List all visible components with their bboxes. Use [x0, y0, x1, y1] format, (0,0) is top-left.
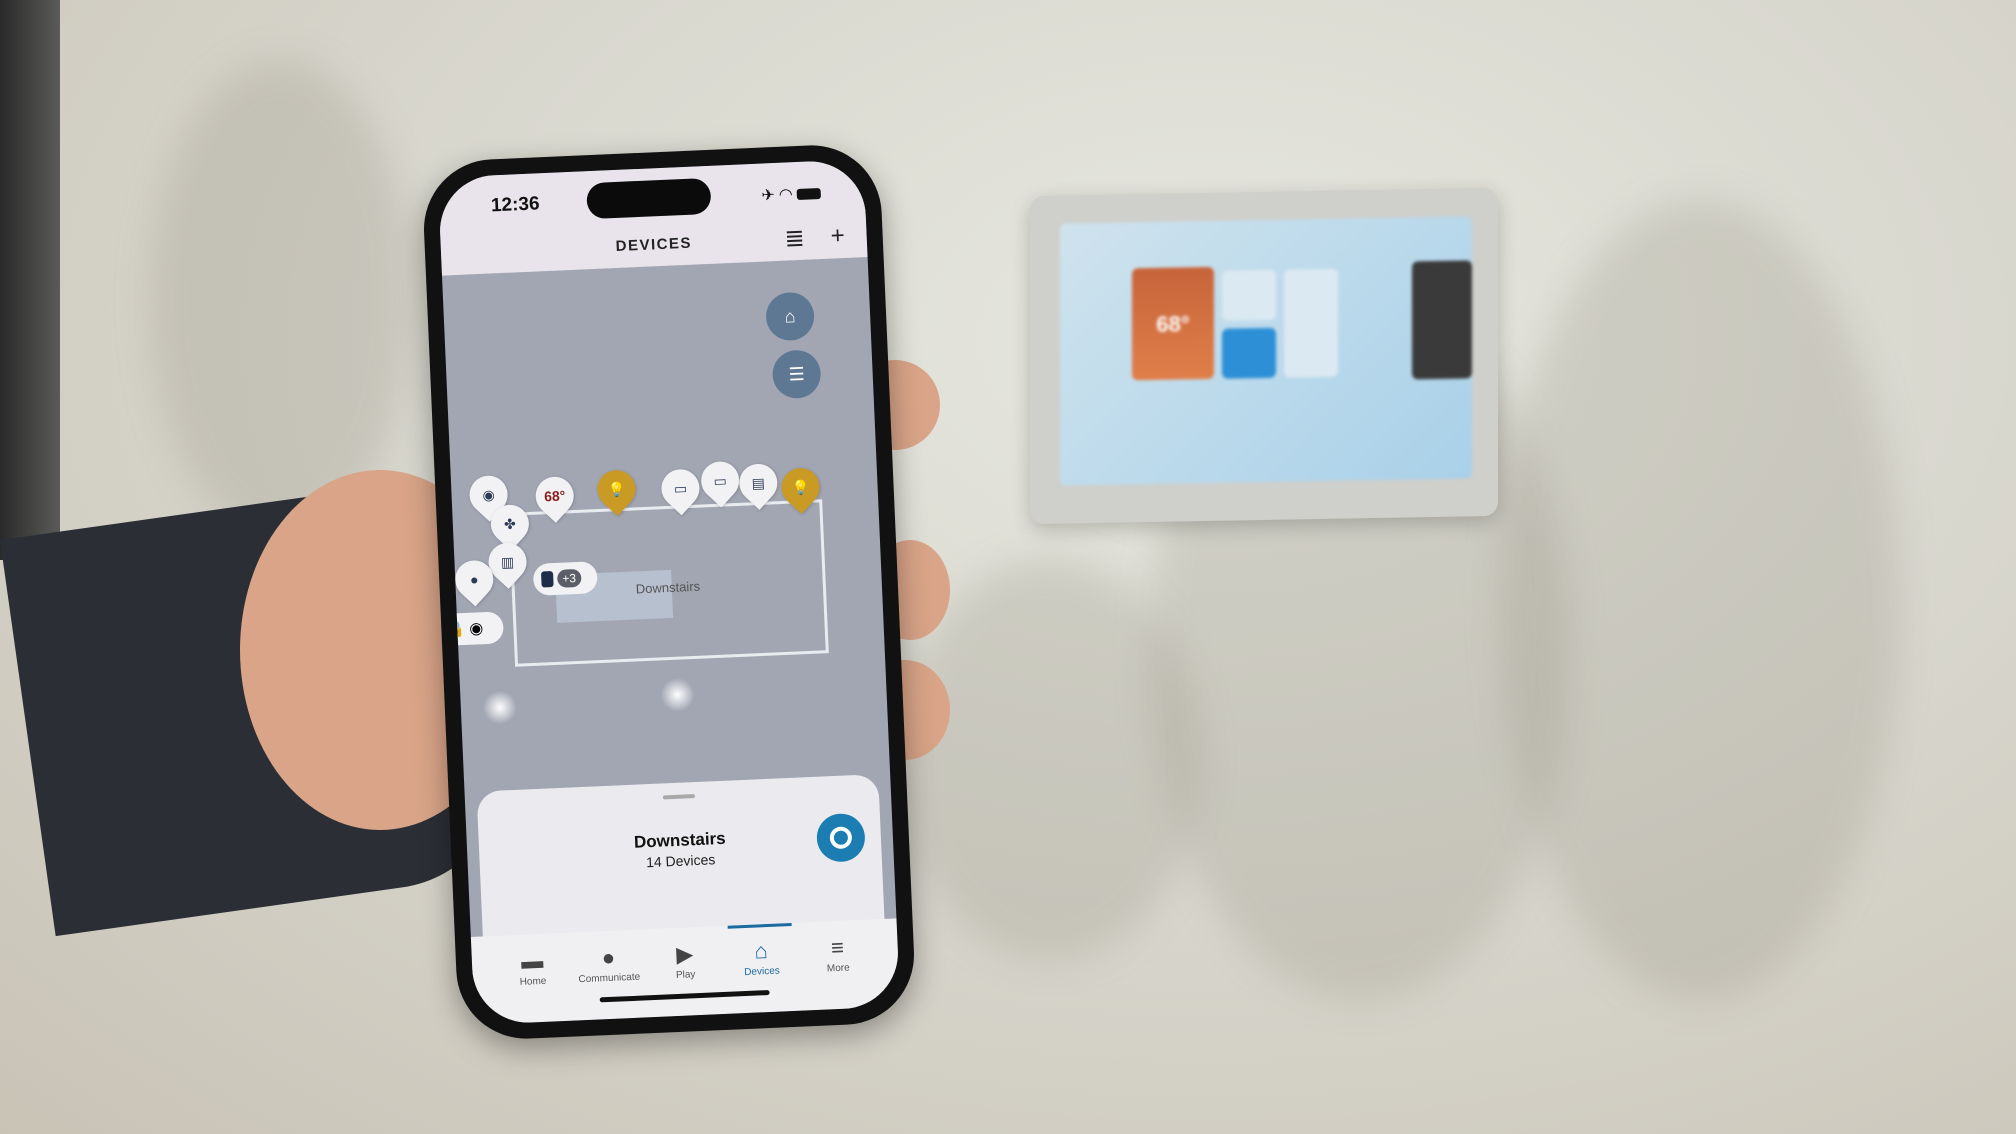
app-header: 12:36 ✈◠ DEVICES ≣ + [437, 159, 868, 276]
tablet-screen: 68° [1060, 216, 1472, 486]
speaker-icon [540, 571, 554, 588]
menu-icon: ≡ [830, 934, 845, 961]
sheet-handle[interactable] [662, 794, 696, 800]
tab-more[interactable]: ≡ More [805, 934, 872, 1011]
sliders-icon: ☰ [788, 363, 806, 385]
status-time: 12:36 [490, 193, 541, 217]
tablet-temperature: 68° [1156, 311, 1190, 337]
home-location-button[interactable]: ⌂ [765, 291, 816, 342]
light-reflection [482, 689, 518, 726]
light-reflection [659, 677, 696, 713]
group-count: +3 [556, 568, 582, 588]
tablet-card [1222, 327, 1276, 379]
tab-communicate[interactable]: ● Communicate [576, 944, 643, 1021]
dynamic-island [586, 177, 712, 220]
list-icon[interactable]: ≣ [784, 224, 805, 254]
tablet-card [1284, 268, 1338, 378]
plus-icon[interactable]: + [830, 222, 845, 251]
home-icon: ▬ [520, 947, 544, 974]
tablet-photo-card [1412, 260, 1472, 380]
tablet-weather-card: 68° [1132, 266, 1214, 381]
bottom-sheet[interactable]: Downstairs 14 Devices [476, 774, 885, 938]
tab-devices[interactable]: ⌂ Devices [727, 922, 796, 1014]
door-frame [0, 0, 60, 560]
wall-tablet: 68° [1030, 187, 1498, 525]
wall-shadow [150, 60, 410, 540]
alexa-icon [829, 826, 853, 850]
camera-icon: ◉ [468, 620, 484, 638]
chat-icon: ● [601, 944, 616, 971]
wall-shadow [1500, 200, 1900, 1000]
lock-icon: 🔒 [445, 620, 466, 639]
wifi-icon: ◠ [778, 186, 798, 204]
room-label: Downstairs [635, 578, 701, 597]
tab-play[interactable]: ▶ Play [652, 940, 719, 1017]
status-icons: ✈◠ [761, 183, 822, 206]
lock-camera-chip[interactable]: 🔒 ◉ [437, 611, 505, 647]
airplane-icon: ✈ [761, 186, 780, 205]
tab-bar: ▬ Home ● Communicate ▶ Play ⌂ Devices ≡ More [470, 918, 901, 1025]
phone: 12:36 ✈◠ DEVICES ≣ + ⌂ ☰ Downstairs ◉ 68… [421, 142, 917, 1042]
phone-screen: 12:36 ✈◠ DEVICES ≣ + ⌂ ☰ Downstairs ◉ 68… [437, 159, 901, 1025]
play-icon: ▶ [675, 941, 694, 968]
house-arrow-icon: ⌂ [784, 305, 796, 327]
tab-home[interactable]: ▬ Home [500, 947, 567, 1024]
battery-icon [796, 188, 822, 201]
devices-icon: ⌂ [753, 938, 769, 964]
filter-button[interactable]: ☰ [771, 349, 822, 400]
speaker-group-chip[interactable]: +3 [532, 561, 598, 596]
tablet-card [1222, 269, 1276, 321]
wall-shadow [900, 560, 1200, 960]
